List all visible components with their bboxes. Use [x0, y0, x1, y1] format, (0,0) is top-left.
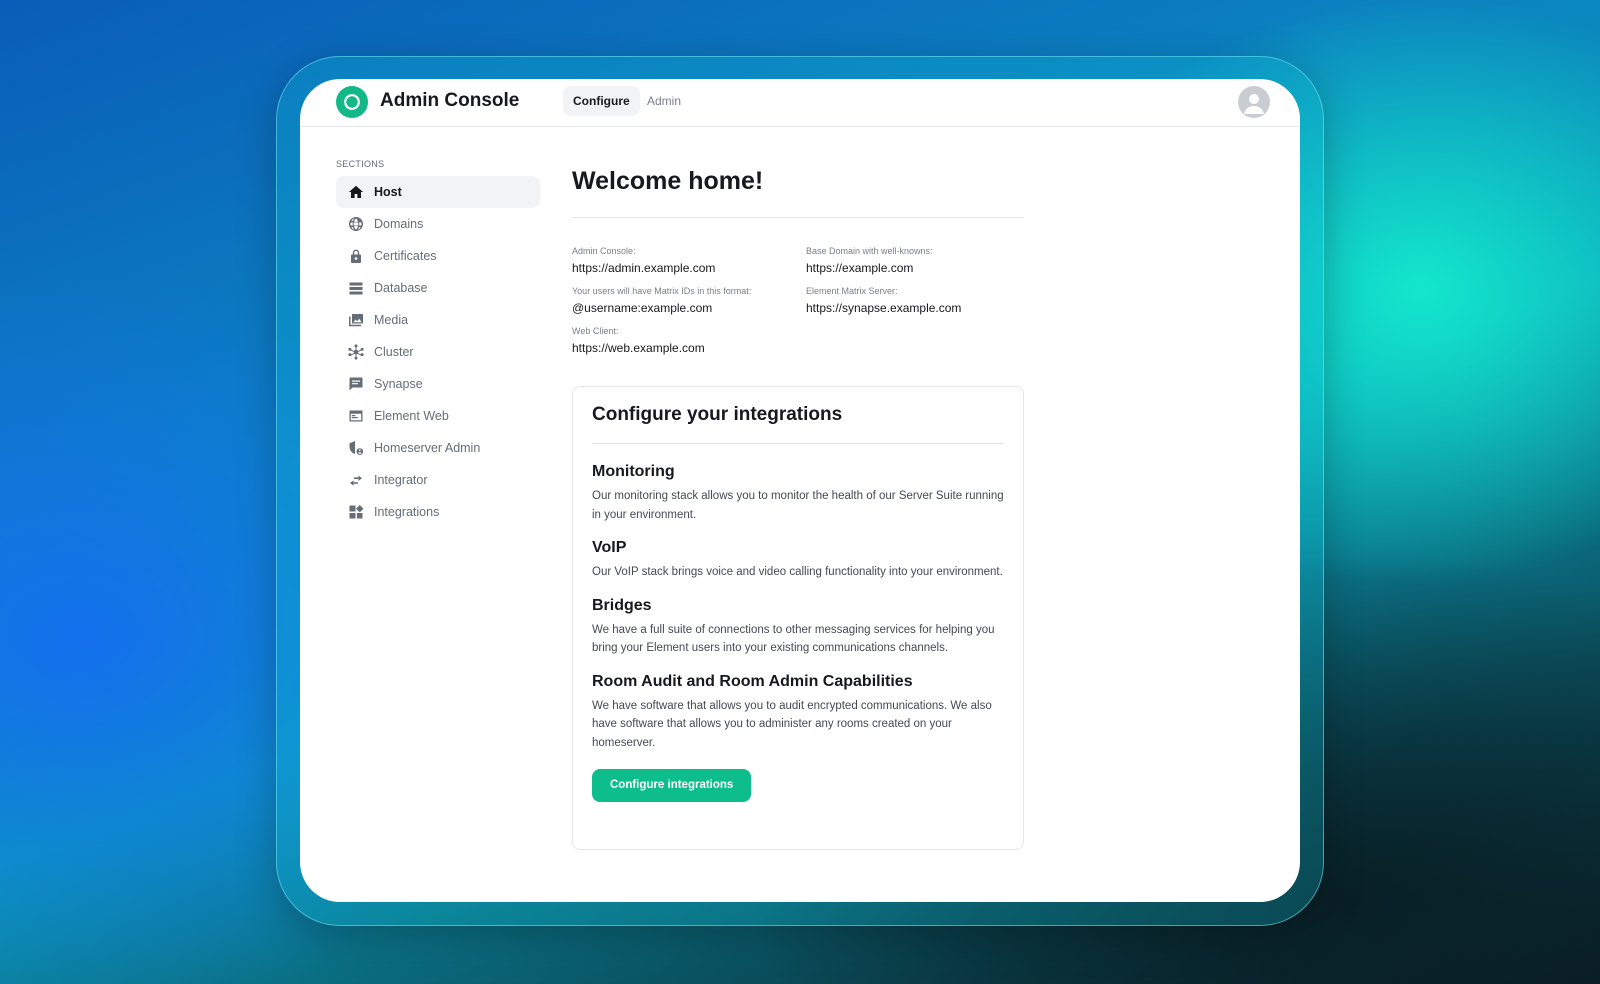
info-value: https://admin.example.com [572, 261, 716, 275]
sidebar: SECTIONS Host Domains Certificates Datab… [336, 159, 540, 528]
info-value: @username:example.com [572, 301, 713, 315]
sidebar-item-label: Homeserver Admin [374, 441, 481, 455]
info-label: Your users will have Matrix IDs in this … [572, 286, 752, 296]
feature-description: We have a full suite of connections to o… [592, 623, 995, 655]
sidebar-item-label: Cluster [374, 345, 414, 359]
sidebar-item-element-web[interactable]: Element Web [336, 400, 540, 432]
feature-monitoring: Monitoring Our monitoring stack allows y… [592, 463, 1004, 524]
feature-title: Bridges [592, 596, 652, 614]
sidebar-item-label: Domains [374, 217, 424, 231]
info-matrix-ids: Your users will have Matrix IDs in this … [572, 286, 806, 315]
globe-icon [348, 216, 364, 232]
sidebar-item-domains[interactable]: Domains [336, 208, 540, 240]
admin-shield-icon [348, 440, 364, 456]
configure-integrations-button[interactable]: Configure integrations [592, 769, 752, 802]
card-divider [592, 443, 1004, 444]
sidebar-item-integrations[interactable]: Integrations [336, 496, 540, 528]
sidebar-item-label: Database [374, 281, 428, 295]
media-icon [348, 312, 364, 328]
info-value: https://synapse.example.com [806, 301, 962, 315]
feature-description: We have software that allows you to audi… [592, 699, 992, 749]
sidebar-item-host[interactable]: Host [336, 176, 540, 208]
info-label: Admin Console: [572, 246, 636, 256]
info-label: Base Domain with well-knowns: [806, 246, 933, 256]
feature-bridges: Bridges We have a full suite of connecti… [592, 597, 1004, 658]
sidebar-item-cluster[interactable]: Cluster [336, 336, 540, 368]
sidebar-item-label: Integrations [374, 505, 440, 519]
host-info-grid: Admin Console: https://admin.example.com… [572, 246, 1024, 355]
card-title: Configure your integrations [592, 404, 843, 425]
top-bar: Admin Console Configure Admin [300, 79, 1300, 127]
app-title: Admin Console [380, 90, 520, 111]
info-admin-console: Admin Console: https://admin.example.com [572, 246, 806, 275]
database-icon [348, 280, 364, 296]
sidebar-item-label: Host [374, 185, 402, 199]
title-divider [572, 217, 1024, 218]
sidebar-item-label: Media [374, 313, 409, 327]
feature-description: Our VoIP stack brings voice and video ca… [592, 566, 1003, 578]
element-logo-icon [336, 86, 368, 118]
info-value: https://web.example.com [572, 341, 705, 355]
feature-voip: VoIP Our VoIP stack brings voice and vid… [592, 539, 1004, 582]
info-label: Web Client: [572, 326, 619, 336]
sidebar-item-homeserver-admin[interactable]: Homeserver Admin [336, 432, 540, 464]
sidebar-item-integrator[interactable]: Integrator [336, 464, 540, 496]
swap-icon [348, 472, 364, 488]
chat-icon [348, 376, 364, 392]
lock-icon [348, 248, 364, 264]
info-base-domain: Base Domain with well-knowns: https://ex… [806, 246, 1024, 275]
cluster-icon [348, 344, 364, 360]
feature-room-audit: Room Audit and Room Admin Capabilities W… [592, 673, 1004, 753]
sidebar-item-label: Certificates [374, 249, 437, 263]
info-label: Element Matrix Server: [806, 286, 898, 296]
sidebar-item-label: Synapse [374, 377, 423, 391]
user-avatar-icon[interactable] [1238, 86, 1270, 118]
info-matrix-server: Element Matrix Server: https://synapse.e… [806, 286, 1024, 315]
tab-admin[interactable]: Admin [637, 86, 691, 116]
app-window: Admin Console Configure Admin SECTIONS H… [300, 79, 1300, 902]
info-web-client: Web Client: https://web.example.com [572, 326, 806, 355]
sidebar-section-label: SECTIONS [336, 159, 385, 169]
main-content: Welcome home! Admin Console: https://adm… [572, 167, 1024, 355]
sidebar-item-database[interactable]: Database [336, 272, 540, 304]
sidebar-item-certificates[interactable]: Certificates [336, 240, 540, 272]
tab-configure[interactable]: Configure [563, 86, 640, 116]
info-value: https://example.com [806, 261, 914, 275]
feature-title: Room Audit and Room Admin Capabilities [592, 672, 913, 690]
home-icon [348, 184, 364, 200]
sidebar-item-synapse[interactable]: Synapse [336, 368, 540, 400]
feature-description: Our monitoring stack allows you to monit… [592, 490, 1004, 521]
page-title: Welcome home! [572, 167, 764, 195]
sidebar-item-label: Element Web [374, 409, 449, 423]
browser-icon [348, 408, 364, 424]
feature-title: VoIP [592, 539, 627, 556]
feature-title: Monitoring [592, 463, 675, 480]
sidebar-item-label: Integrator [374, 473, 428, 487]
integrations-card: Configure your integrations Monitoring O… [572, 386, 1024, 850]
sidebar-item-media[interactable]: Media [336, 304, 540, 336]
widgets-icon [348, 504, 364, 520]
